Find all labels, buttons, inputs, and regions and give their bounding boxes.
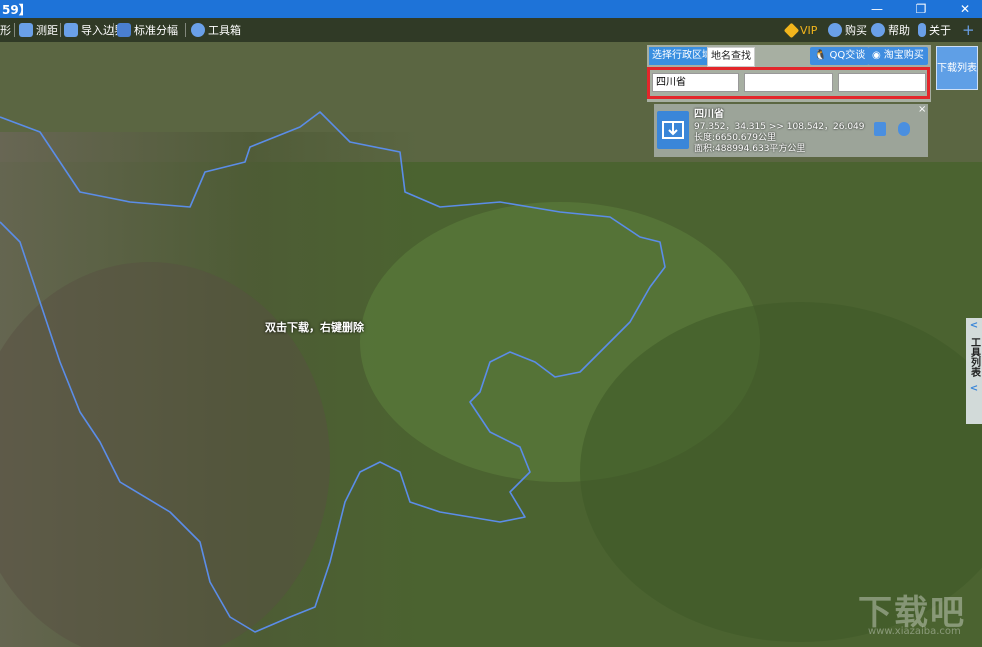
download-icon[interactable]: [657, 111, 689, 149]
add-button[interactable]: +: [962, 21, 975, 39]
window-title: 59】: [2, 3, 31, 17]
toolbar-item-standard-sheet[interactable]: 标准分幅: [117, 22, 178, 38]
cart-icon: [828, 23, 842, 37]
locate-icon[interactable]: [874, 122, 886, 136]
key-icon[interactable]: [898, 122, 910, 136]
province-select[interactable]: 四川省: [652, 73, 739, 92]
gear-icon: [191, 23, 205, 37]
toolbar-divider: [60, 23, 61, 37]
help-button[interactable]: 帮助: [871, 22, 910, 38]
buy-button[interactable]: 购买: [828, 22, 867, 38]
tab-place-search[interactable]: 地名查找: [707, 47, 755, 67]
qq-chat-button[interactable]: 🐧 QQ交谈: [810, 47, 870, 65]
toolbar-divider: [185, 23, 186, 37]
ruler-icon: [19, 23, 33, 37]
tool-list-label: 工具列表: [968, 337, 980, 377]
taobao-icon: ◉: [872, 50, 881, 61]
toolbar-item-label: 测距: [36, 24, 58, 37]
restore-button[interactable]: ❐: [906, 0, 936, 18]
about-button[interactable]: 关于: [918, 22, 951, 38]
toolbar-item-import-boundary[interactable]: 导入边界: [64, 22, 125, 38]
toolbar: 形 测距 导入边界 标准分幅 工具箱 VIP 购买 帮助 关于 +: [0, 18, 982, 42]
result-area: 面积:488994.633平方公里: [694, 144, 806, 154]
qq-icon: 🐧: [814, 50, 827, 61]
minimize-button[interactable]: —: [862, 0, 892, 18]
map-hint: 双击下载，右键删除: [265, 321, 364, 334]
plus-icon: +: [962, 21, 975, 39]
toolbar-item-measure[interactable]: 测距: [19, 22, 58, 38]
import-icon: [64, 23, 78, 37]
chevron-left-icon[interactable]: <: [966, 383, 982, 394]
result-card[interactable]: 四川省 97.352，34.315 >> 108.542，26.049 长度:6…: [654, 104, 928, 157]
toolbar-divider: [113, 23, 114, 37]
toolbar-item-label: 形: [0, 24, 11, 37]
toolbar-divider: [14, 23, 15, 37]
title-bar: 59】 — ❐ ✕: [0, 0, 982, 18]
toolbar-item-label: 工具箱: [208, 24, 241, 37]
toolbar-item-toolbox[interactable]: 工具箱: [191, 22, 241, 38]
chevron-left-icon[interactable]: <: [966, 320, 982, 331]
grid-icon: [117, 23, 131, 37]
watermark-url: www.xiazaiba.com: [868, 626, 961, 637]
close-icon[interactable]: ×: [918, 104, 926, 115]
vip-button[interactable]: VIP: [783, 22, 818, 38]
info-icon: [918, 23, 926, 37]
close-button[interactable]: ✕: [950, 0, 980, 18]
help-icon: [871, 23, 885, 37]
vip-label: VIP: [800, 23, 818, 37]
tool-list-tab[interactable]: < 工具列表 <: [966, 318, 982, 424]
taobao-buy-label: 淘宝购买: [883, 50, 924, 61]
result-name: 四川省: [694, 109, 724, 120]
qq-chat-label: QQ交谈: [829, 50, 866, 61]
county-select[interactable]: [838, 73, 926, 92]
diamond-icon: [783, 22, 800, 38]
about-label: 关于: [929, 24, 951, 37]
taobao-buy-button[interactable]: ◉ 淘宝购买: [868, 47, 928, 65]
city-select[interactable]: [744, 73, 833, 92]
help-label: 帮助: [888, 24, 910, 37]
tab-admin-region[interactable]: 选择行政区域: [649, 47, 715, 65]
buy-label: 购买: [845, 24, 867, 37]
toolbar-item-shape[interactable]: 形: [0, 22, 11, 38]
download-list-button[interactable]: 下载列表: [936, 46, 978, 90]
toolbar-item-label: 标准分幅: [134, 24, 178, 37]
